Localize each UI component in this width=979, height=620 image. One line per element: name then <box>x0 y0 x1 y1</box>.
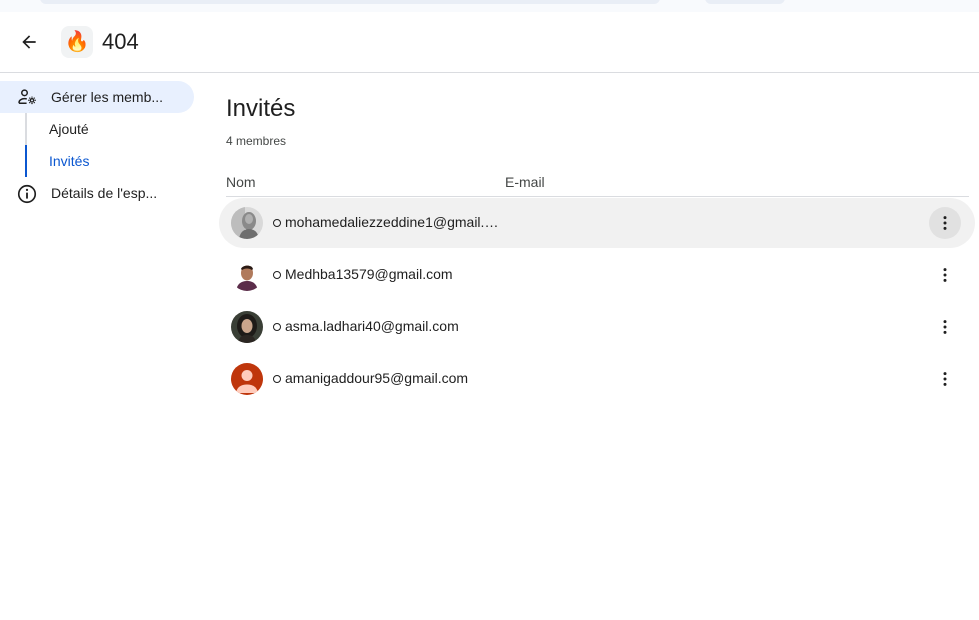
more-vert-icon <box>943 216 947 230</box>
fire-emoji-icon: 🔥 <box>64 31 90 53</box>
member-email: Medhba13579@gmail.com <box>285 266 453 282</box>
column-header-email: E-mail <box>505 174 545 190</box>
avatar <box>231 207 263 239</box>
nav-invited[interactable]: Invités <box>49 153 89 169</box>
nav-space-details-label: Détails de l'esp... <box>51 185 158 201</box>
page-header: 🔥 404 <box>0 12 979 73</box>
header-divider <box>226 196 969 197</box>
member-row[interactable]: asma.ladhari40@gmail.com <box>219 302 975 352</box>
avatar <box>231 259 263 291</box>
toolbar-edge <box>705 0 785 4</box>
address-bar-edge <box>40 0 660 4</box>
info-icon <box>16 183 38 210</box>
nav-space-details[interactable]: Détails de l'esp... <box>0 177 194 209</box>
more-vert-icon <box>943 372 947 386</box>
more-vert-icon <box>943 268 947 282</box>
member-email: amanigaddour95@gmail.com <box>285 370 469 386</box>
sub-nav-active-indicator <box>25 145 27 177</box>
status-indicator <box>273 323 281 331</box>
nav-manage-members-label: Gérer les memb... <box>51 89 164 105</box>
more-options-button[interactable] <box>929 259 961 291</box>
member-count: 4 membres <box>226 134 287 148</box>
more-options-button[interactable] <box>929 207 961 239</box>
space-avatar: 🔥 <box>61 26 93 58</box>
manage-accounts-icon <box>16 87 38 112</box>
space-title: 404 <box>102 29 139 54</box>
nav-added[interactable]: Ajouté <box>49 121 89 137</box>
member-row[interactable]: mohamedaliezzeddine1@gmail.com <box>219 198 975 248</box>
page-title: Invités <box>226 95 296 122</box>
member-email: asma.ladhari40@gmail.com <box>285 318 459 334</box>
status-indicator <box>273 375 281 383</box>
arrow-back-icon <box>22 35 36 49</box>
avatar <box>231 363 263 395</box>
status-indicator <box>273 271 281 279</box>
avatar <box>231 311 263 343</box>
more-options-button[interactable] <box>929 363 961 395</box>
nav-manage-members[interactable]: Gérer les memb... <box>0 81 194 113</box>
back-button[interactable] <box>13 26 45 58</box>
more-vert-icon <box>943 320 947 334</box>
more-options-button[interactable] <box>929 311 961 343</box>
member-email: mohamedaliezzeddine1@gmail.com <box>285 214 503 230</box>
status-indicator <box>273 219 281 227</box>
member-row[interactable]: amanigaddour95@gmail.com <box>219 354 975 404</box>
column-header-name: Nom <box>226 174 256 190</box>
member-row[interactable]: Medhba13579@gmail.com <box>219 250 975 300</box>
browser-top-strip <box>0 0 979 12</box>
